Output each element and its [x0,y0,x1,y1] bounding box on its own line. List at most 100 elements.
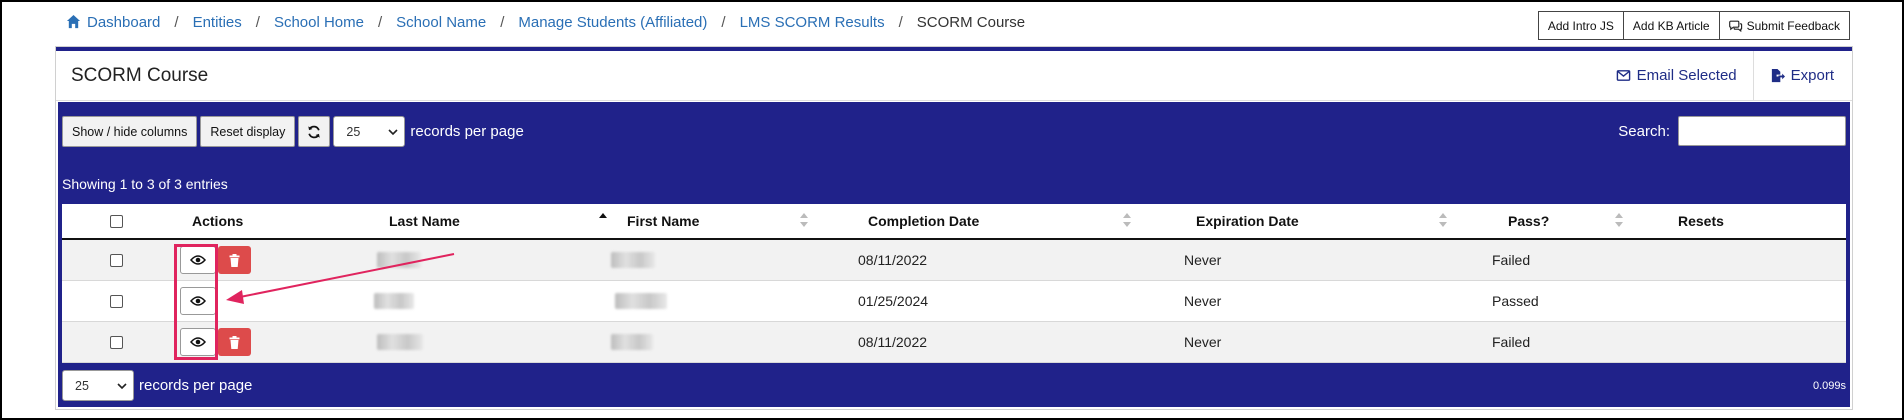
pass-cell: Failed [1492,252,1531,268]
row-checkbox-cell [110,240,123,280]
breadcrumb-school-name[interactable]: School Name [396,14,486,31]
header-resets[interactable]: Resets [1678,204,1724,238]
first-name-cell [615,281,667,321]
table-footer: 25 records per page 0.099s [62,370,1846,401]
chevron-down-icon [117,382,127,389]
envelope-icon [1616,70,1630,81]
sort-icon[interactable] [1438,211,1448,229]
completion-date-cell: 08/11/2022 [858,252,928,268]
trash-icon [229,335,240,349]
add-intro-js-button[interactable]: Add Intro JS [1537,11,1624,40]
chevron-down-icon [388,128,398,135]
top-actions: Add Intro JS Add KB Article Submit Feedb… [1537,11,1850,40]
table-row: 01/25/2024 Never Passed [62,281,1846,322]
comments-icon [1728,20,1742,32]
add-kb-article-button[interactable]: Add KB Article [1622,11,1720,40]
add-kb-article-label: Add KB Article [1632,18,1710,33]
last-name-cell [377,240,421,280]
header-pass[interactable]: Pass? [1508,204,1549,238]
breadcrumb-dashboard-label: Dashboard [87,13,161,31]
expiration-date-cell: Never [1184,334,1222,350]
redacted-last-name [377,252,421,268]
datatable-wrapper: Show / hide columns Reset display 25 rec… [58,102,1850,407]
row-actions [180,240,251,280]
home-icon [66,14,81,28]
trash-icon [229,253,240,267]
breadcrumb-separator: / [721,13,726,31]
panel-header: SCORM Course Email Selected Export [56,51,1852,101]
breadcrumb-lms-scorm-results[interactable]: LMS SCORM Results [740,14,885,31]
last-name-cell [377,322,423,362]
export-button[interactable]: Export [1752,51,1850,100]
select-all-checkbox[interactable] [110,214,123,228]
submit-feedback-button[interactable]: Submit Feedback [1718,11,1850,40]
pass-cell: Passed [1492,293,1539,309]
row-checkbox[interactable] [110,294,123,308]
submit-feedback-label: Submit Feedback [1746,18,1840,33]
breadcrumb-manage-students[interactable]: Manage Students (Affiliated) [518,14,707,31]
refresh-icon [308,125,321,138]
delete-button[interactable] [218,246,251,274]
table-header-row: Actions Last Name First Name Completion … [62,204,1846,240]
footer-page-size-value: 25 [75,378,89,393]
breadcrumb-school-home[interactable]: School Home [274,14,364,31]
delete-button[interactable] [218,328,251,356]
breadcrumb-entities[interactable]: Entities [193,14,242,31]
refresh-button[interactable] [298,116,331,147]
select-all-header [110,204,123,238]
table-row: 08/11/2022 Never Failed [62,240,1846,281]
header-first-name[interactable]: First Name [627,204,699,238]
footer-page-size-select[interactable]: 25 [62,370,134,401]
email-selected-button[interactable]: Email Selected [1600,51,1753,100]
header-expiration-date[interactable]: Expiration Date [1196,204,1299,238]
row-actions [180,322,251,362]
row-checkbox[interactable] [110,253,123,267]
header-actions: Actions [192,213,244,229]
table-row: 08/11/2022 Never Failed [62,322,1846,363]
completion-date-cell: 08/11/2022 [858,334,928,350]
redacted-first-name [615,293,667,309]
search-label: Search: [1618,122,1670,140]
header-completion-date[interactable]: Completion Date [868,204,979,238]
eye-icon [190,255,206,265]
show-hide-columns-button[interactable]: Show / hide columns [62,116,198,147]
footer-length: 25 records per page [62,370,252,401]
search-area: Search: [1618,116,1846,146]
breadcrumb-current: SCORM Course [916,13,1026,31]
email-selected-label: Email Selected [1636,67,1737,84]
search-input[interactable] [1678,116,1846,146]
records-per-page-label: records per page [410,123,524,140]
redacted-first-name [611,334,653,350]
view-button[interactable] [180,328,216,356]
row-checkbox[interactable] [110,335,123,349]
redacted-last-name [374,293,414,309]
scorm-course-panel: SCORM Course Email Selected Export Show … [55,46,1853,410]
breadcrumb: Dashboard / Entities / School Home / Sch… [66,10,1025,34]
sort-icon[interactable] [1614,211,1624,229]
page-size-select[interactable]: 25 [333,116,406,147]
page-size-value: 25 [346,124,361,139]
breadcrumb-separator: / [377,13,383,31]
header-last-name[interactable]: Last Name [389,204,460,238]
table-controls: Show / hide columns Reset display 25 rec… [62,116,524,147]
file-export-icon [1771,68,1785,83]
completion-date-cell: 01/25/2024 [858,293,929,309]
panel-actions: Email Selected Export [1600,51,1852,100]
breadcrumb-separator: / [255,13,260,31]
sort-asc-icon[interactable] [598,211,608,229]
expiration-date-cell: Never [1184,252,1222,268]
eye-icon [190,296,206,306]
footer-records-per-page-label: records per page [139,377,253,394]
reset-display-button[interactable]: Reset display [200,116,296,147]
redacted-first-name [611,252,655,268]
sort-icon[interactable] [799,211,809,229]
entries-info: Showing 1 to 3 of 3 entries [62,176,228,192]
breadcrumb-dashboard[interactable]: Dashboard [66,14,160,31]
sort-icon[interactable] [1122,211,1132,229]
results-table: Actions Last Name First Name Completion … [62,204,1846,363]
view-button[interactable] [180,287,216,315]
row-actions [180,281,216,321]
pass-cell: Failed [1492,334,1531,350]
breadcrumb-separator: / [174,13,179,31]
view-button[interactable] [180,246,216,274]
